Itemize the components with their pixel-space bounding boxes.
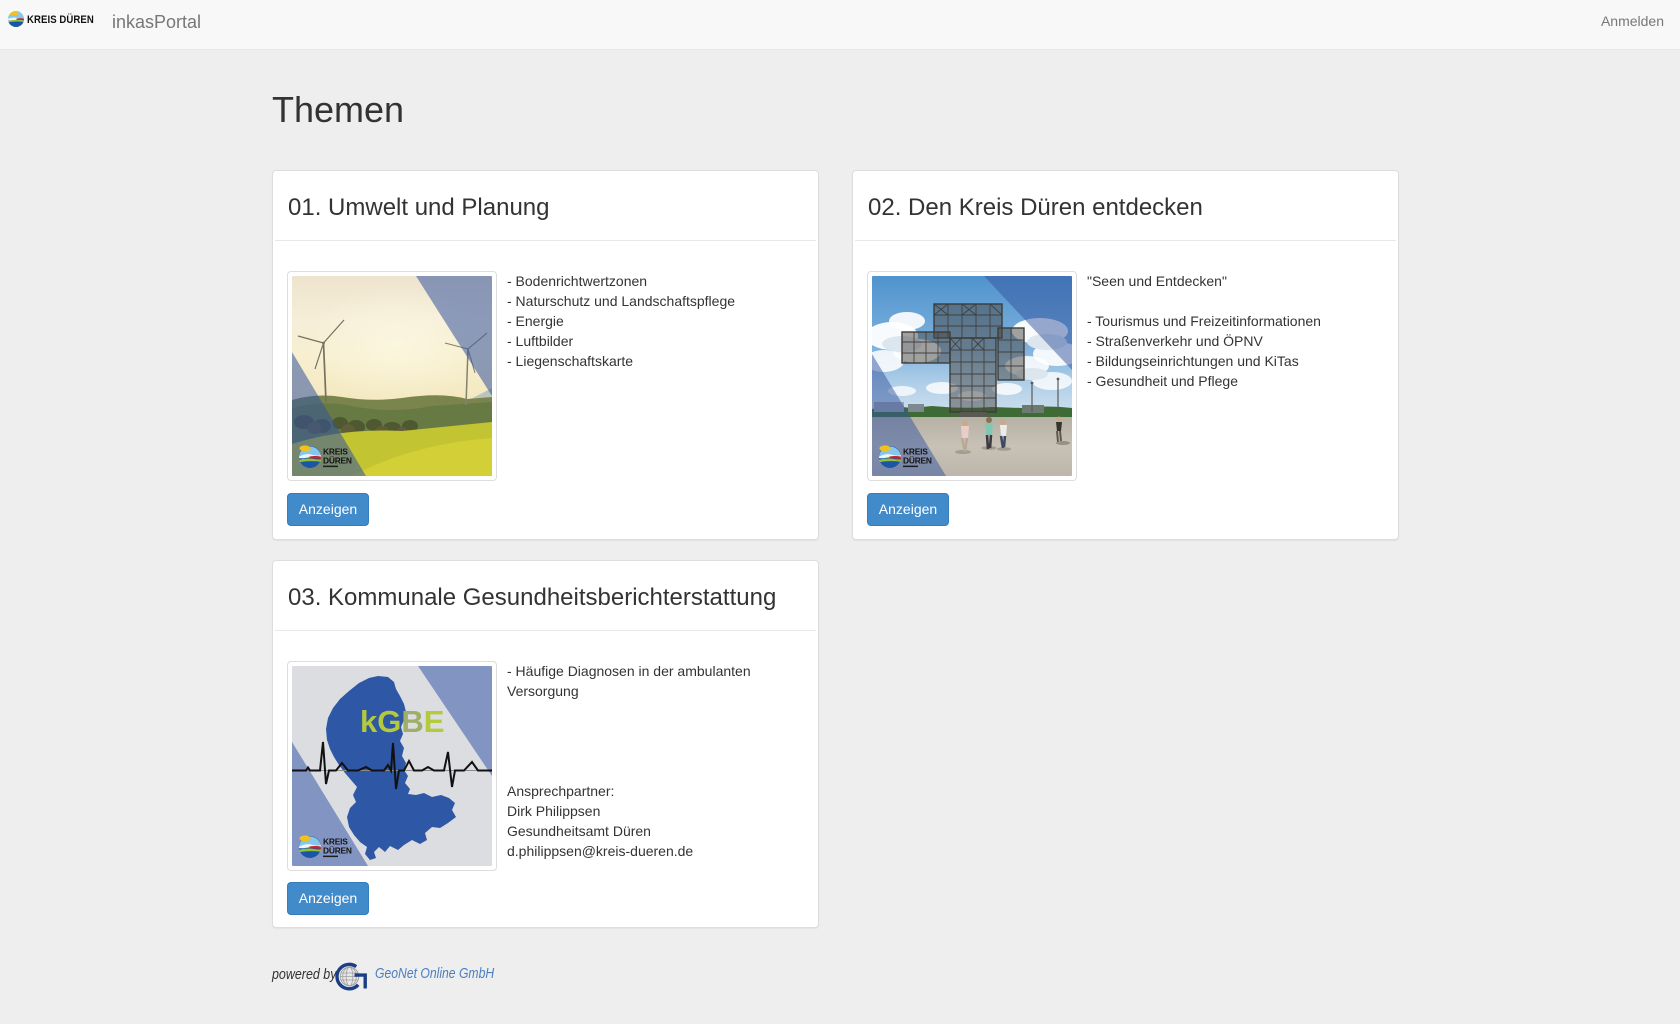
svg-text:DÜREN: DÜREN [903,456,932,466]
svg-text:kGBE: kGBE [360,704,444,739]
svg-text:DÜREN: DÜREN [323,456,352,466]
svg-text:DÜREN: DÜREN [323,846,352,856]
